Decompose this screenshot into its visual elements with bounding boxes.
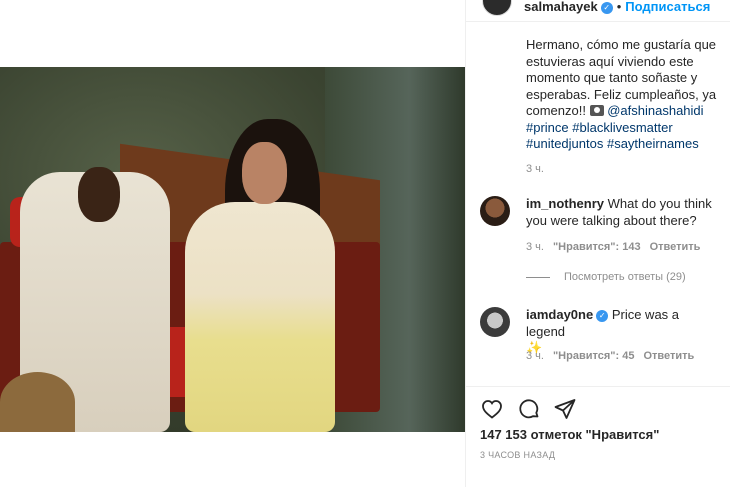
camera-emoji-icon bbox=[589, 105, 604, 116]
reply-button[interactable]: Ответить bbox=[650, 241, 701, 253]
comment-body: im_nothenry What do you think you were t… bbox=[526, 196, 721, 229]
author-avatar[interactable] bbox=[482, 0, 512, 16]
commenter-username[interactable]: iamday0ne bbox=[526, 307, 593, 322]
comment-likes[interactable]: "Нравится": 143 bbox=[553, 241, 641, 253]
separator-dot: • bbox=[616, 0, 622, 14]
caption-time: 3 ч. bbox=[526, 163, 544, 175]
hashtag-link[interactable]: #blacklivesmatter bbox=[572, 120, 672, 135]
author-row: salmahayek ✓ • Подписаться bbox=[524, 0, 710, 14]
post-photo[interactable] bbox=[0, 67, 465, 432]
photo-woman-face bbox=[242, 142, 287, 204]
comment-time: 3 ч. bbox=[526, 350, 544, 362]
post-timestamp[interactable]: 3 ЧАСОВ НАЗАД bbox=[480, 450, 555, 460]
photo-side-table bbox=[0, 372, 75, 432]
photo-man-head bbox=[78, 167, 120, 222]
post-caption: Hermano, cómo me gustaría que estuvieras… bbox=[526, 37, 726, 153]
commenter-avatar[interactable] bbox=[480, 307, 510, 337]
comment-meta: 3 ч. "Нравится": 143 Ответить bbox=[526, 241, 709, 253]
heart-icon[interactable] bbox=[480, 397, 504, 421]
verified-badge-icon: ✓ bbox=[600, 1, 613, 14]
like-count[interactable]: 147 153 отметок "Нравится" bbox=[480, 427, 659, 442]
post-sidebar: salmahayek ✓ • Подписаться Hermano, cómo me… bbox=[465, 0, 730, 487]
commenter-username[interactable]: im_nothenry bbox=[526, 196, 604, 211]
follow-button[interactable]: Подписаться bbox=[625, 0, 710, 14]
hashtag-link[interactable]: #prince bbox=[526, 120, 569, 135]
comment-meta: 3 ч. "Нравится": 45 Ответить bbox=[526, 350, 703, 362]
commenter-avatar[interactable] bbox=[480, 196, 510, 226]
comment-icon[interactable] bbox=[517, 397, 541, 421]
reply-button[interactable]: Ответить bbox=[643, 350, 694, 362]
share-icon[interactable] bbox=[553, 397, 577, 421]
view-replies-label: Посмотреть ответы (29) bbox=[564, 271, 686, 283]
replies-line bbox=[526, 276, 550, 278]
post-media-area bbox=[0, 0, 465, 487]
hashtag-link[interactable]: #saytheirnames bbox=[607, 136, 699, 151]
author-username[interactable]: salmahayek bbox=[524, 0, 598, 14]
photo-woman bbox=[185, 202, 335, 432]
verified-badge-icon: ✓ bbox=[596, 309, 609, 322]
comment-likes[interactable]: "Нравится": 45 bbox=[553, 350, 634, 362]
post-header: salmahayek ✓ • Подписаться bbox=[466, 0, 730, 22]
post-actions: 147 153 отметок "Нравится" 3 ЧАСОВ НАЗАД bbox=[466, 386, 730, 487]
hashtag-link[interactable]: #unitedjuntos bbox=[526, 136, 603, 151]
caption-mention[interactable]: @afshinashahidi bbox=[607, 103, 703, 118]
view-replies[interactable]: Посмотреть ответы (29) bbox=[526, 271, 686, 283]
comment-time: 3 ч. bbox=[526, 241, 544, 253]
